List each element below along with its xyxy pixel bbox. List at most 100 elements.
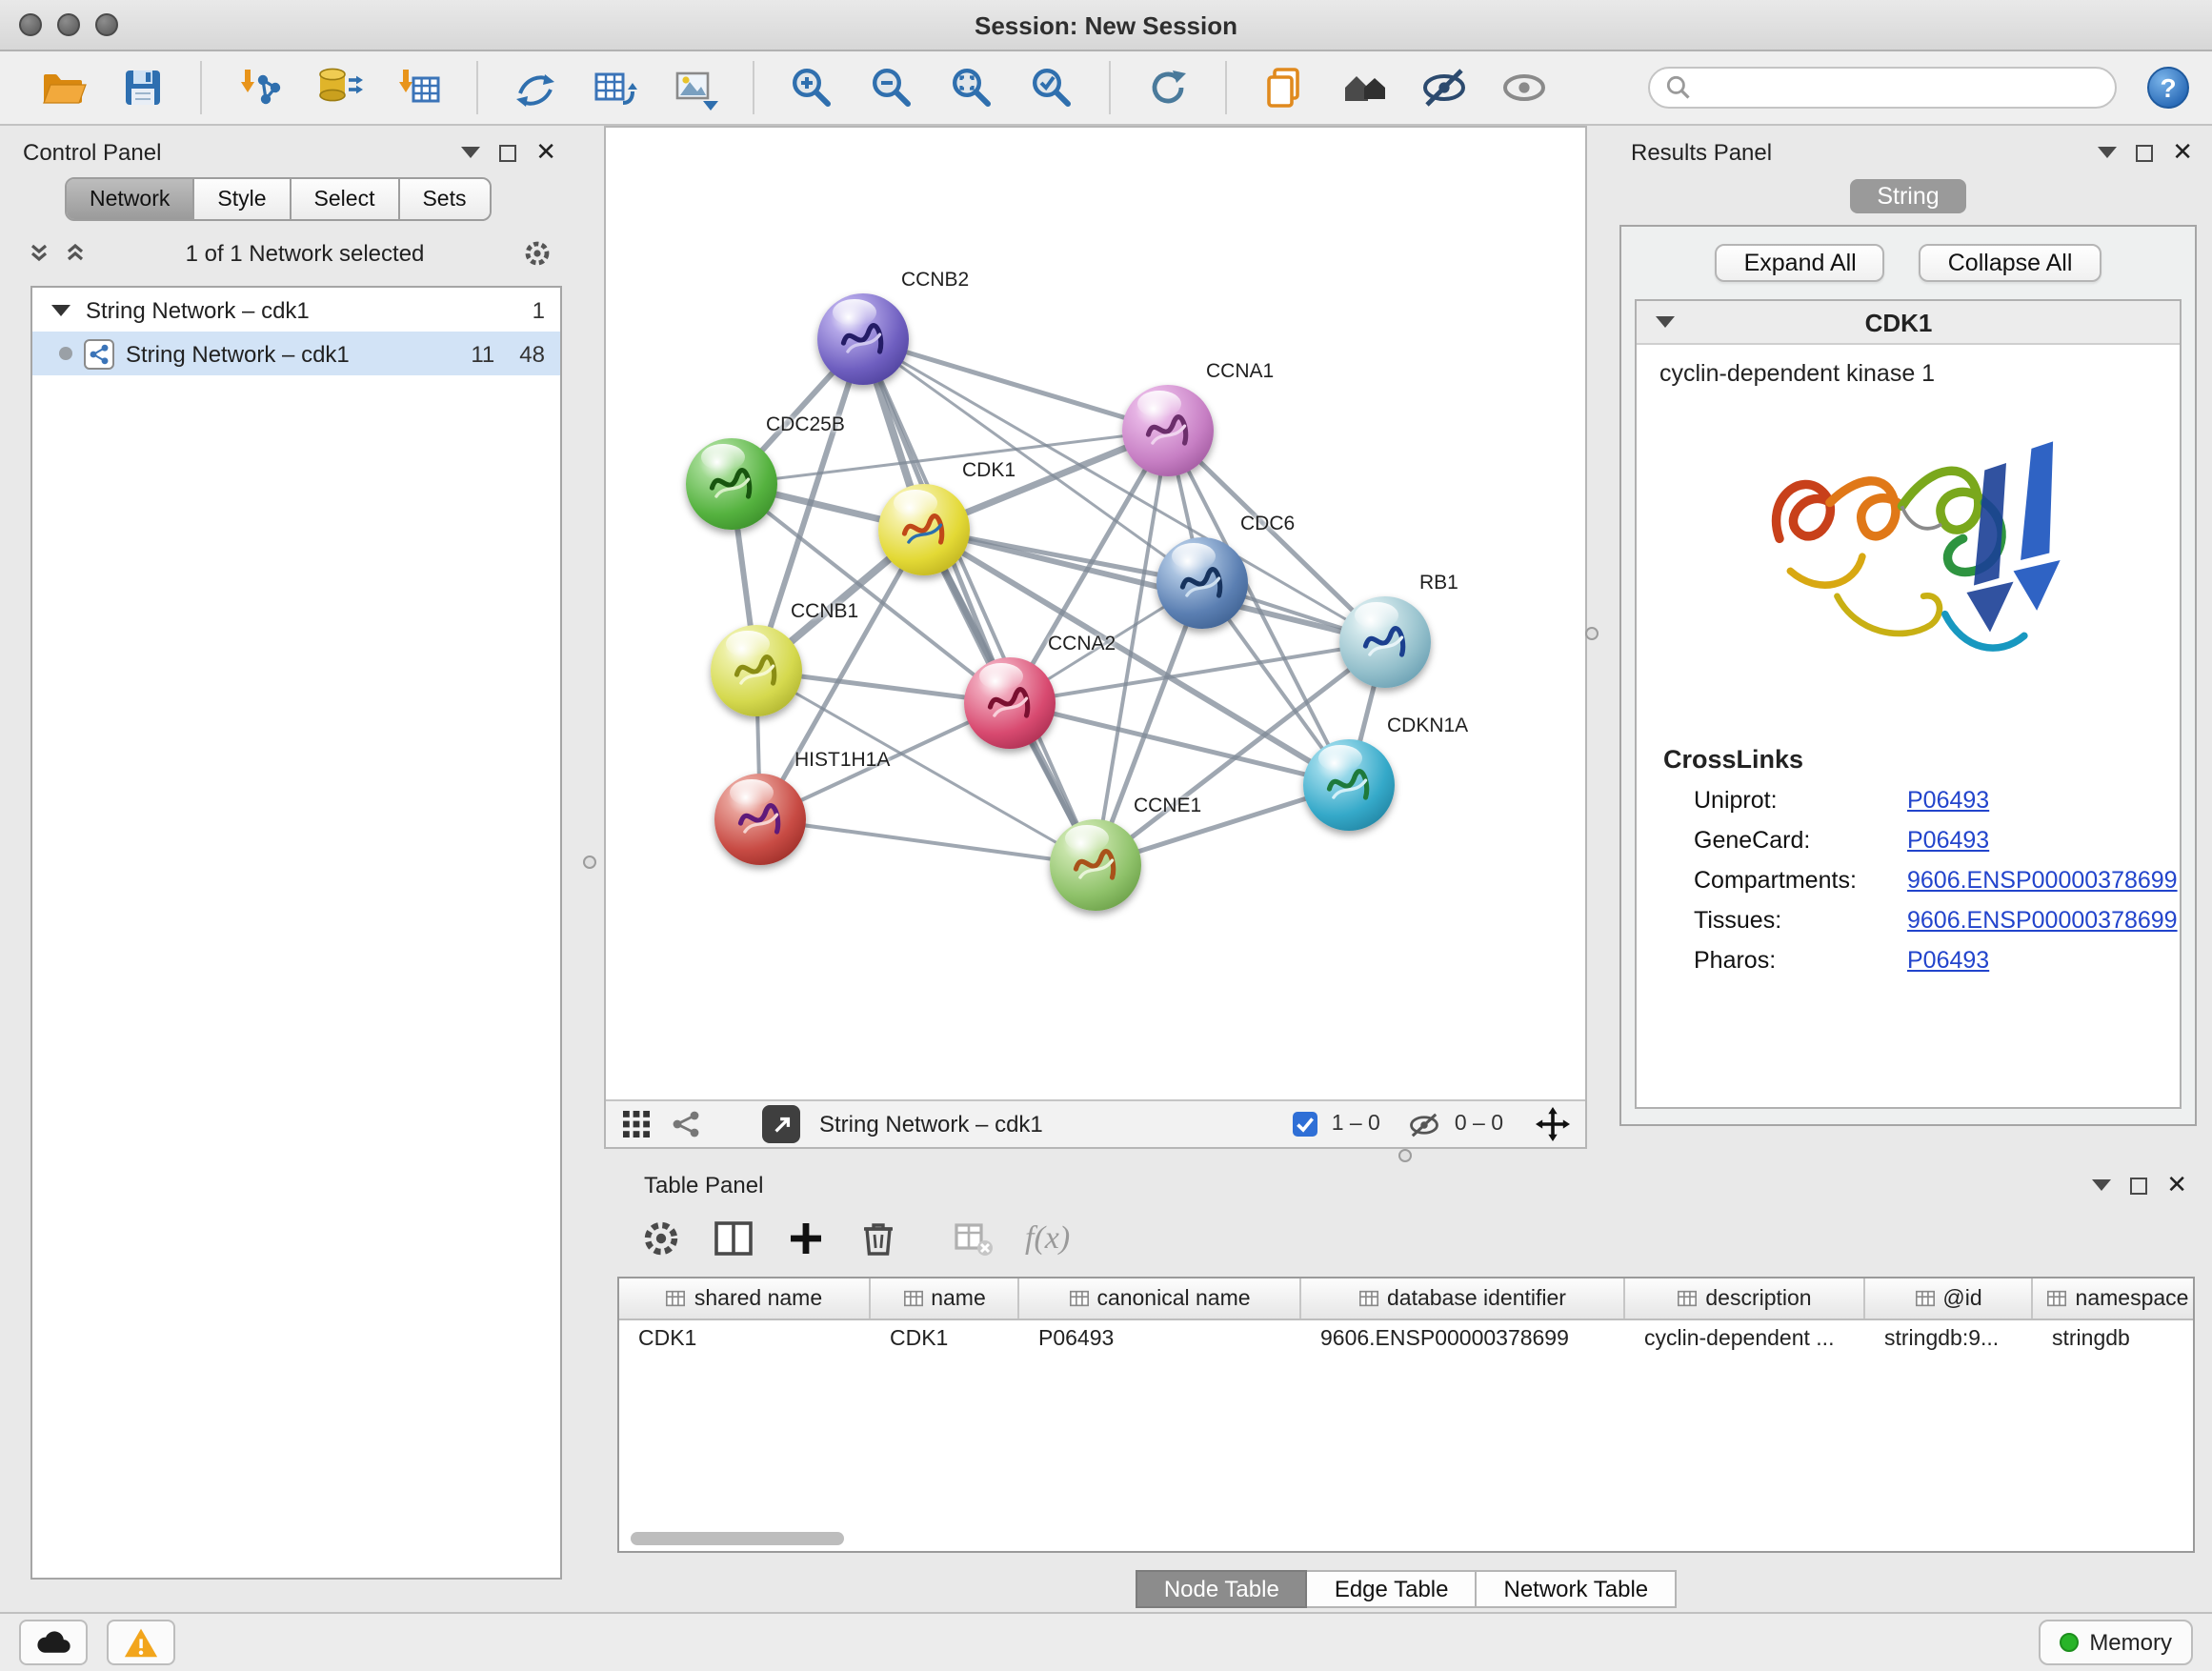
refresh-view-button[interactable] (1137, 57, 1198, 118)
expand-all-button[interactable]: Expand All (1716, 244, 1885, 282)
crosslink-link[interactable]: P06493 (1907, 781, 1989, 821)
network-view[interactable]: CCNB2CCNA1CDC25BCDK1CDC6RB1CCNB1CCNA2CDK… (604, 126, 1587, 1149)
column-header-shared-name[interactable]: shared name (619, 1278, 871, 1319)
create-column-plus-icon[interactable] (785, 1218, 827, 1259)
column-header-canonical-name[interactable]: canonical name (1019, 1278, 1301, 1319)
cell-description[interactable]: cyclin-dependent ... (1625, 1320, 1865, 1359)
network-node-ccna2[interactable] (964, 657, 1056, 749)
close-panel-icon[interactable]: ✕ (2172, 143, 2193, 162)
column-header-name[interactable]: name (871, 1278, 1019, 1319)
export-table-button[interactable] (585, 57, 646, 118)
disclosure-triangle-icon[interactable] (51, 304, 70, 315)
tab-edge-table[interactable]: Edge Table (1308, 1570, 1478, 1608)
tab-node-table[interactable]: Node Table (1136, 1570, 1308, 1608)
column-header-namespace[interactable]: namespace (2033, 1278, 2195, 1319)
collapse-panel-icon[interactable] (461, 147, 480, 158)
tab-network[interactable]: Network (67, 179, 194, 219)
detach-view-button[interactable] (762, 1105, 800, 1143)
tab-style[interactable]: Style (194, 179, 291, 219)
memory-button[interactable]: Memory (2038, 1620, 2193, 1665)
collapse-panel-icon[interactable] (2098, 147, 2117, 158)
network-node-ccnb1[interactable] (711, 625, 802, 716)
network-node-cdk1[interactable] (878, 484, 970, 575)
cloud-status-button[interactable] (19, 1620, 88, 1665)
share-view-icon[interactable] (671, 1109, 701, 1139)
network-node-ccnb2[interactable] (817, 293, 909, 385)
network-collection-row[interactable]: String Network – cdk1 1 (32, 288, 560, 332)
cell-database-identifier[interactable]: 9606.ENSP00000378699 (1301, 1320, 1625, 1359)
network-node-cdc25b[interactable] (686, 438, 777, 530)
grid-view-icon[interactable] (621, 1109, 652, 1139)
cell-canonical-name[interactable]: P06493 (1019, 1320, 1301, 1359)
network-node-hist1h1a[interactable] (714, 774, 806, 865)
cell-namespace[interactable]: stringdb (2033, 1320, 2195, 1359)
network-node-cdc6[interactable] (1156, 537, 1248, 629)
network-canvas[interactable]: CCNB2CCNA1CDC25BCDK1CDC6RB1CCNB1CCNA2CDK… (606, 128, 1585, 1097)
zoom-selected-button[interactable] (1021, 57, 1082, 118)
export-image-button[interactable] (665, 57, 726, 118)
help-button[interactable]: ? (2147, 67, 2189, 109)
hidden-eye-slash-icon[interactable] (1409, 1110, 1441, 1138)
horizontal-scrollbar[interactable] (631, 1532, 844, 1545)
zoom-out-button[interactable] (861, 57, 922, 118)
export-network-button[interactable] (505, 57, 566, 118)
function-builder-button[interactable]: f(x) (1025, 1219, 1070, 1258)
network-row-selected[interactable]: String Network – cdk1 11 48 (32, 332, 560, 375)
search-input[interactable] (1701, 72, 2100, 103)
column-header-description[interactable]: description (1625, 1278, 1865, 1319)
open-session-button[interactable] (32, 57, 93, 118)
network-node-ccna1[interactable] (1122, 385, 1214, 476)
save-session-button[interactable] (112, 57, 173, 118)
float-panel-icon[interactable] (2136, 144, 2153, 161)
column-header-database-identifier[interactable]: database identifier (1301, 1278, 1625, 1319)
hide-selected-button[interactable] (1414, 57, 1475, 118)
network-node-ccne1[interactable] (1050, 819, 1141, 911)
crosslink-label: Compartments: (1694, 861, 1907, 901)
copy-document-button[interactable] (1254, 57, 1315, 118)
tab-select[interactable]: Select (292, 179, 400, 219)
protein-structure-glyph (1136, 398, 1199, 462)
collapse-entry-icon[interactable] (1656, 316, 1675, 328)
gear-icon[interactable] (522, 238, 553, 269)
network-node-cdkn1a[interactable] (1303, 739, 1395, 831)
delete-column-trash-icon[interactable] (857, 1218, 899, 1259)
tab-sets[interactable]: Sets (399, 179, 489, 219)
splitter-handle[interactable] (1585, 627, 1599, 640)
cell-shared-name[interactable]: CDK1 (619, 1320, 871, 1359)
import-table-from-file-button[interactable] (389, 57, 450, 118)
zoom-in-button[interactable] (781, 57, 842, 118)
add-column-icon[interactable] (713, 1218, 754, 1259)
show-all-button[interactable] (1494, 57, 1555, 118)
table-row[interactable]: CDK1CDK1P064939606.ENSP00000378699cyclin… (619, 1320, 2193, 1359)
column-header--id[interactable]: @id (1865, 1278, 2033, 1319)
zoom-fit-button[interactable] (941, 57, 1002, 118)
cell-name[interactable]: CDK1 (871, 1320, 1019, 1359)
import-network-from-database-button[interactable] (309, 57, 370, 118)
close-panel-icon[interactable]: ✕ (2166, 1176, 2187, 1195)
table-settings-gear-icon[interactable] (640, 1218, 682, 1259)
warnings-button[interactable] (107, 1620, 175, 1665)
crosslink-link[interactable]: 9606.ENSP00000378699 (1907, 901, 2178, 941)
expand-all-icon[interactable] (27, 241, 51, 266)
collapse-panel-icon[interactable] (2092, 1179, 2111, 1191)
search-field[interactable] (1648, 67, 2117, 109)
crosslink-link[interactable]: P06493 (1907, 821, 1989, 861)
tab-string[interactable]: String (1850, 179, 1965, 213)
neighborhood-button[interactable] (1334, 57, 1395, 118)
float-panel-icon[interactable] (499, 144, 516, 161)
splitter-handle[interactable] (583, 856, 596, 869)
selected-checkbox-icon[interactable] (1292, 1111, 1318, 1137)
cell--id[interactable]: stringdb:9... (1865, 1320, 2033, 1359)
birdseye-move-icon[interactable] (1536, 1107, 1570, 1141)
float-panel-icon[interactable] (2130, 1177, 2147, 1194)
network-node-rb1[interactable] (1339, 596, 1431, 688)
splitter-handle[interactable] (1398, 1149, 1412, 1162)
crosslink-link[interactable]: P06493 (1907, 941, 1989, 981)
collapse-all-icon[interactable] (63, 241, 88, 266)
collapse-all-button[interactable]: Collapse All (1920, 244, 2101, 282)
import-network-from-file-button[interactable] (229, 57, 290, 118)
crosslink-link[interactable]: 9606.ENSP00000378699 (1907, 861, 2178, 901)
tab-network-table[interactable]: Network Table (1478, 1570, 1678, 1608)
close-panel-icon[interactable]: ✕ (535, 143, 556, 162)
open-folder-icon (38, 63, 88, 112)
